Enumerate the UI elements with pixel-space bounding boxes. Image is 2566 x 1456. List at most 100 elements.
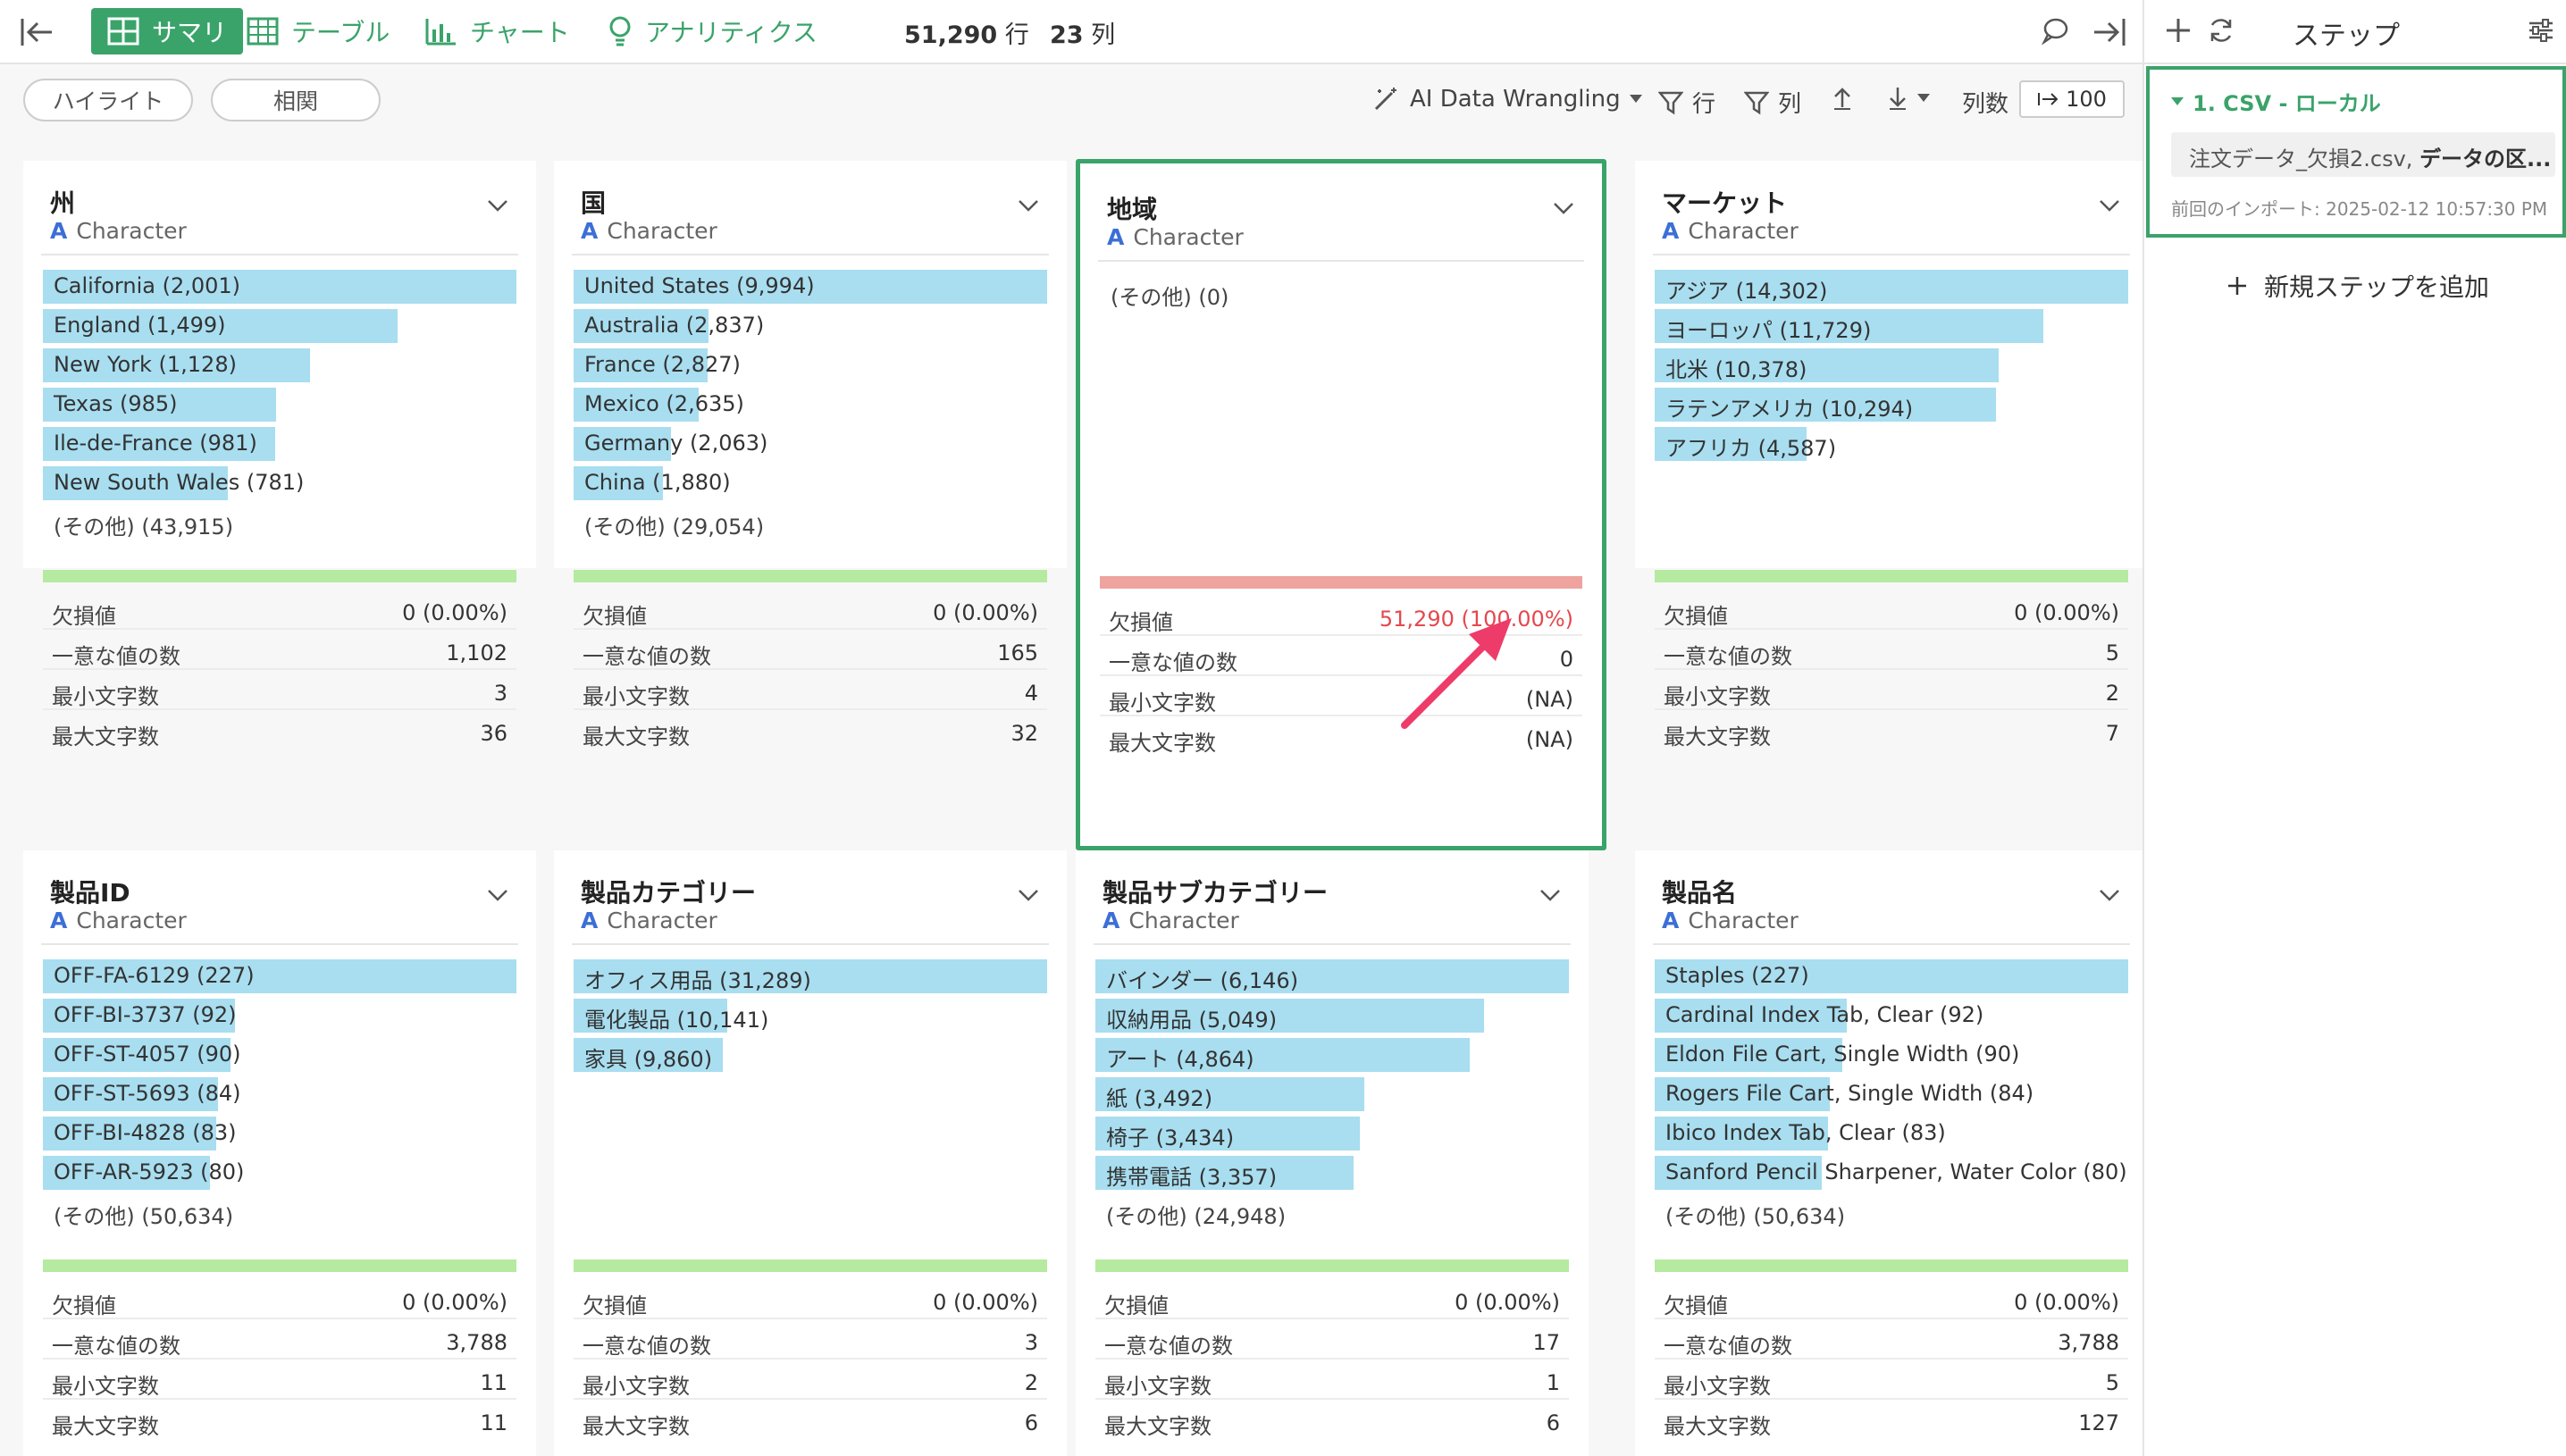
value-bar-row[interactable]: Cardinal Index Tab, Clear (92)	[1655, 995, 2128, 1034]
value-bar-row[interactable]: China (1,880)	[574, 463, 1047, 502]
add-step-button[interactable]: 新規ステップを追加	[2226, 268, 2489, 304]
tab-summary[interactable]: サマリ	[91, 8, 244, 54]
tab-table[interactable]: テーブル	[247, 8, 390, 54]
stat-value: 0	[1559, 647, 1573, 672]
value-bar-row[interactable]: 紙 (3,492)	[1095, 1074, 1569, 1113]
value-bar-row[interactable]: Ibico Index Tab, Clear (83)	[1655, 1113, 2128, 1152]
value-bar-row[interactable]: ヨーロッパ (11,729)	[1655, 305, 2128, 345]
refresh-icon[interactable]	[2207, 16, 2235, 45]
chevron-down-icon[interactable]	[2098, 888, 2121, 902]
value-bar-row[interactable]: OFF-AR-5923 (80)	[43, 1152, 516, 1192]
value-bar-row[interactable]: アフリカ (4,587)	[1655, 423, 2128, 463]
stat-row: 欠損値 0 (0.00%)	[1095, 1279, 1569, 1319]
col-filter-button[interactable]: 列	[1744, 86, 1801, 119]
value-bars: バインダー (6,146) 収納用品 (5,049) アート (4,864) 紙 (3…	[1095, 956, 1569, 1231]
value-bar-row[interactable]: アジア (14,302)	[1655, 266, 2128, 305]
value-bar-row[interactable]: OFF-FA-6129 (227)	[43, 956, 516, 995]
comment-icon[interactable]	[2041, 16, 2069, 45]
value-bar-label: Eldon File Cart, Single Width (90)	[1665, 1042, 2020, 1067]
sort-down-menu[interactable]	[1887, 86, 1930, 111]
steps-panel: ステップ 1. CSV - ローカル 注文データ_欠損2.csv, データの区.…	[2143, 0, 2566, 1456]
value-bar-row[interactable]: 携帯電話 (3,357)	[1095, 1152, 1569, 1192]
value-bar-row[interactable]: オフィス用品 (31,289)	[574, 956, 1047, 995]
value-bar-row[interactable]: California (2,001)	[43, 266, 516, 305]
value-bar-row[interactable]: 北米 (10,378)	[1655, 345, 2128, 384]
value-bar-row[interactable]: Texas (985)	[43, 384, 516, 423]
stat-value: 3	[1024, 1330, 1038, 1355]
value-bar-row[interactable]: OFF-ST-4057 (90)	[43, 1034, 516, 1074]
column-stats: 欠損値 0 (0.00%) 一意な値の数 3,788 最小文字数 11 最大文字数 11	[43, 1279, 516, 1440]
value-bar-row[interactable]: OFF-ST-5693 (84)	[43, 1074, 516, 1113]
value-bar-row[interactable]: バインダー (6,146)	[1095, 956, 1569, 995]
row-filter-button[interactable]: 行	[1658, 86, 1715, 119]
column-type-label: Character	[76, 908, 187, 933]
value-bar-row[interactable]: 収納用品 (5,049)	[1095, 995, 1569, 1034]
chevron-down-icon[interactable]	[1552, 201, 1575, 215]
value-bar-row[interactable]: Sanford Pencil Sharpener, Water Color (8…	[1655, 1152, 2128, 1192]
chevron-down-icon[interactable]	[486, 198, 509, 213]
chevron-down-icon[interactable]	[1017, 888, 1040, 902]
stat-value: 4	[1024, 681, 1038, 706]
ai-data-wrangling-menu[interactable]: AI Data Wrangling	[1372, 86, 1642, 113]
col-count-label: 列数	[1962, 86, 2008, 119]
value-bar-row[interactable]: Australia (2,837)	[574, 305, 1047, 345]
stat-row: 最小文字数 3	[43, 670, 516, 710]
stat-value: 0 (0.00%)	[2014, 1290, 2119, 1315]
tab-analytics[interactable]: アナリティクス	[608, 8, 818, 54]
highlight-button[interactable]: ハイライト	[23, 79, 193, 121]
row-count-value: 51,290	[904, 21, 998, 49]
column-name: 地域	[1107, 195, 1158, 224]
value-bar-row[interactable]: New York (1,128)	[43, 345, 516, 384]
col-count-value: 23	[1050, 21, 1084, 49]
value-bar-row[interactable]: Staples (227)	[1655, 956, 2128, 995]
value-bar-row[interactable]: Mexico (2,635)	[574, 384, 1047, 423]
col-count-input[interactable]: 100	[2019, 80, 2125, 118]
column-stats: 欠損値 0 (0.00%) 一意な値の数 17 最小文字数 1 最大文字数 6	[1095, 1279, 1569, 1440]
value-bar-row[interactable]: 電化製品 (10,141)	[574, 995, 1047, 1034]
stat-row: 欠損値 0 (0.00%)	[1655, 1279, 2128, 1319]
stat-key: 最小文字数	[52, 1374, 159, 1399]
value-bar-label: OFF-FA-6129 (227)	[54, 963, 255, 988]
value-bar-row[interactable]: アート (4,864)	[1095, 1034, 1569, 1074]
value-bar-row[interactable]: England (1,499)	[43, 305, 516, 345]
value-bar-row[interactable]: France (2,827)	[574, 345, 1047, 384]
column-stats: 欠損値 0 (0.00%) 一意な値の数 3,788 最小文字数 5 最大文字数 127	[1655, 1279, 2128, 1440]
stat-value: 2	[2105, 681, 2119, 706]
value-bar-row[interactable]: OFF-BI-3737 (92)	[43, 995, 516, 1034]
value-bar-label: OFF-BI-4828 (83)	[54, 1120, 237, 1145]
collapse-right-icon[interactable]	[2091, 16, 2126, 48]
settings-sliders-icon[interactable]	[2527, 16, 2555, 45]
character-type-icon: A	[581, 218, 599, 244]
sort-up-icon[interactable]	[1832, 86, 1853, 111]
summary-subbar: ハイライト 相関 AI Data Wrangling 行 列 列数 100	[0, 66, 2143, 139]
correlation-button[interactable]: 相関	[211, 79, 381, 121]
value-bar-row[interactable]: New South Wales (781)	[43, 463, 516, 502]
stat-value: 11	[480, 1410, 507, 1435]
row-count: 51,290 行	[904, 15, 1029, 50]
value-bar-row[interactable]: Ile-de-France (981)	[43, 423, 516, 463]
value-bar-row[interactable]: OFF-BI-4828 (83)	[43, 1113, 516, 1152]
value-bar-row[interactable]: 椅子 (3,434)	[1095, 1113, 1569, 1152]
stat-value: 6	[1546, 1410, 1560, 1435]
chevron-down-icon[interactable]	[2098, 198, 2121, 213]
chevron-down-icon[interactable]	[1017, 198, 1040, 213]
value-bar-row[interactable]: United States (9,994)	[574, 266, 1047, 305]
value-bar-row[interactable]: Germany (2,063)	[574, 423, 1047, 463]
stat-value: 1,102	[446, 640, 507, 665]
value-bar-label: 電化製品 (10,141)	[584, 1008, 769, 1033]
stat-key: 欠損値	[1664, 604, 1728, 629]
step-item-csv[interactable]: 1. CSV - ローカル 注文データ_欠損2.csv, データの区... 前回…	[2146, 66, 2566, 238]
chevron-down-icon[interactable]	[486, 888, 509, 902]
add-icon[interactable]	[2164, 16, 2193, 45]
column-card: 州 A Character California (2,001) England (1,…	[23, 161, 536, 749]
chevron-down-icon[interactable]	[1539, 888, 1562, 902]
value-bar-row[interactable]: Rogers File Cart, Single Width (84)	[1655, 1074, 2128, 1113]
step-file-info[interactable]: 注文データ_欠損2.csv, データの区...	[2171, 132, 2555, 177]
column-name: 州	[50, 188, 76, 218]
value-bar-row[interactable]: ラテンアメリカ (10,294)	[1655, 384, 2128, 423]
tab-chart[interactable]: チャート	[425, 8, 570, 54]
step-title[interactable]: 1. CSV - ローカル	[2171, 86, 2381, 117]
collapse-left-icon[interactable]	[20, 16, 55, 48]
value-bar-row[interactable]: Eldon File Cart, Single Width (90)	[1655, 1034, 2128, 1074]
value-bar-row[interactable]: 家具 (9,860)	[574, 1034, 1047, 1074]
